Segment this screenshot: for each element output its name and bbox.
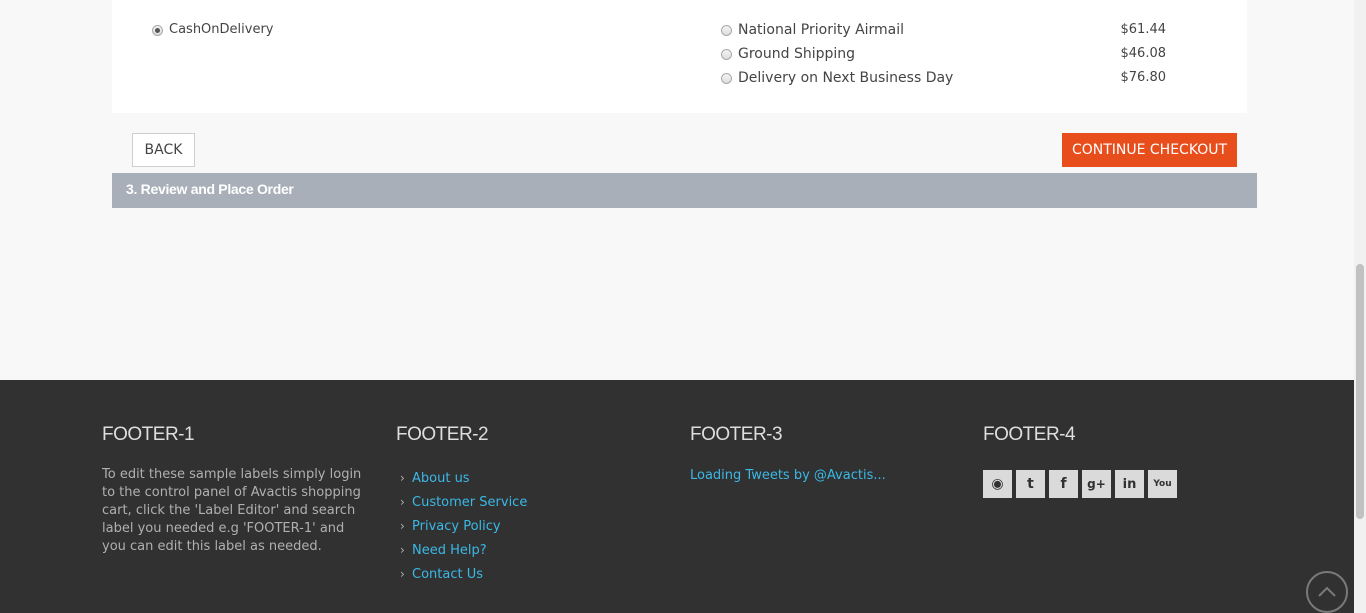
footer-heading: FOOTER-2 (396, 424, 489, 445)
shipping-option-next-day: Delivery on Next Business Day (738, 70, 954, 86)
chevron-right-icon: › (400, 567, 405, 581)
social-links: ◉ t f g+ in You (983, 470, 1177, 498)
rss-icon[interactable]: ◉ (983, 470, 1012, 498)
shipping-option-airmail: National Priority Airmail (738, 22, 905, 38)
chevron-right-icon: › (400, 495, 405, 509)
payment-radio-cod[interactable] (152, 25, 163, 36)
footer-link-about-us[interactable]: About us (412, 471, 470, 486)
shipping-radio-ground[interactable] (721, 49, 732, 60)
youtube-icon[interactable]: You (1148, 470, 1177, 498)
facebook-icon[interactable]: f (1049, 470, 1078, 498)
continue-checkout-button[interactable]: CONTINUE CHECKOUT (1062, 133, 1237, 167)
back-button[interactable]: BACK (132, 133, 195, 167)
footer-link-contact-us[interactable]: Contact Us (412, 567, 483, 582)
payment-option-label: CashOnDelivery (169, 22, 274, 37)
site-footer: FOOTER-1 To edit these sample labels sim… (0, 380, 1366, 613)
step-title: 3. Review and Place Order (126, 181, 294, 197)
list-item: › About us (396, 466, 527, 490)
scroll-to-top-button[interactable] (1306, 571, 1348, 613)
list-item: › Need Help? (396, 538, 527, 562)
twitter-icon[interactable]: t (1016, 470, 1045, 498)
chevron-right-icon: › (400, 471, 405, 485)
linkedin-icon[interactable]: in (1115, 470, 1144, 498)
footer-heading: FOOTER-1 (102, 424, 195, 445)
chevron-up-icon (1318, 586, 1336, 597)
scrollbar[interactable] (1354, 0, 1366, 613)
footer-heading: FOOTER-3 (690, 424, 783, 445)
step-review-place-order[interactable]: 3. Review and Place Order (112, 173, 1257, 208)
chevron-right-icon: › (400, 519, 405, 533)
footer-column-4: FOOTER-4 ◉ t f g+ in You (983, 424, 1177, 498)
footer-link-privacy-policy[interactable]: Privacy Policy (412, 519, 501, 534)
shipping-price-airmail: $61.44 (1120, 22, 1167, 37)
chevron-right-icon: › (400, 543, 405, 557)
twitter-feed-link[interactable]: Loading Tweets by @Avactis... (690, 468, 886, 483)
list-item: › Privacy Policy (396, 514, 527, 538)
footer-column-2: FOOTER-2 › About us › Customer Service › Pr… (396, 424, 527, 586)
shipping-price-next-day: $76.80 (1120, 70, 1167, 85)
footer-link-customer-service[interactable]: Customer Service (412, 495, 527, 510)
footer-column-1: FOOTER-1 To edit these sample labels sim… (102, 424, 367, 556)
shipping-option-ground: Ground Shipping (738, 46, 856, 62)
footer-column-3: FOOTER-3 Loading Tweets by @Avactis... (690, 424, 886, 483)
list-item: › Customer Service (396, 490, 527, 514)
list-item: › Contact Us (396, 562, 527, 586)
scrollbar-thumb[interactable] (1356, 264, 1364, 519)
shipping-radio-airmail[interactable] (721, 25, 732, 36)
shipping-radio-next-day[interactable] (721, 73, 732, 84)
checkout-options-panel (112, 0, 1247, 113)
shipping-price-ground: $46.08 (1120, 46, 1167, 61)
footer-link-list: › About us › Customer Service › Privacy Pol… (396, 466, 527, 586)
footer-link-need-help[interactable]: Need Help? (412, 543, 487, 558)
footer-description: To edit these sample labels simply login… (102, 467, 362, 554)
footer-heading: FOOTER-4 (983, 424, 1076, 445)
google-plus-icon[interactable]: g+ (1082, 470, 1111, 498)
